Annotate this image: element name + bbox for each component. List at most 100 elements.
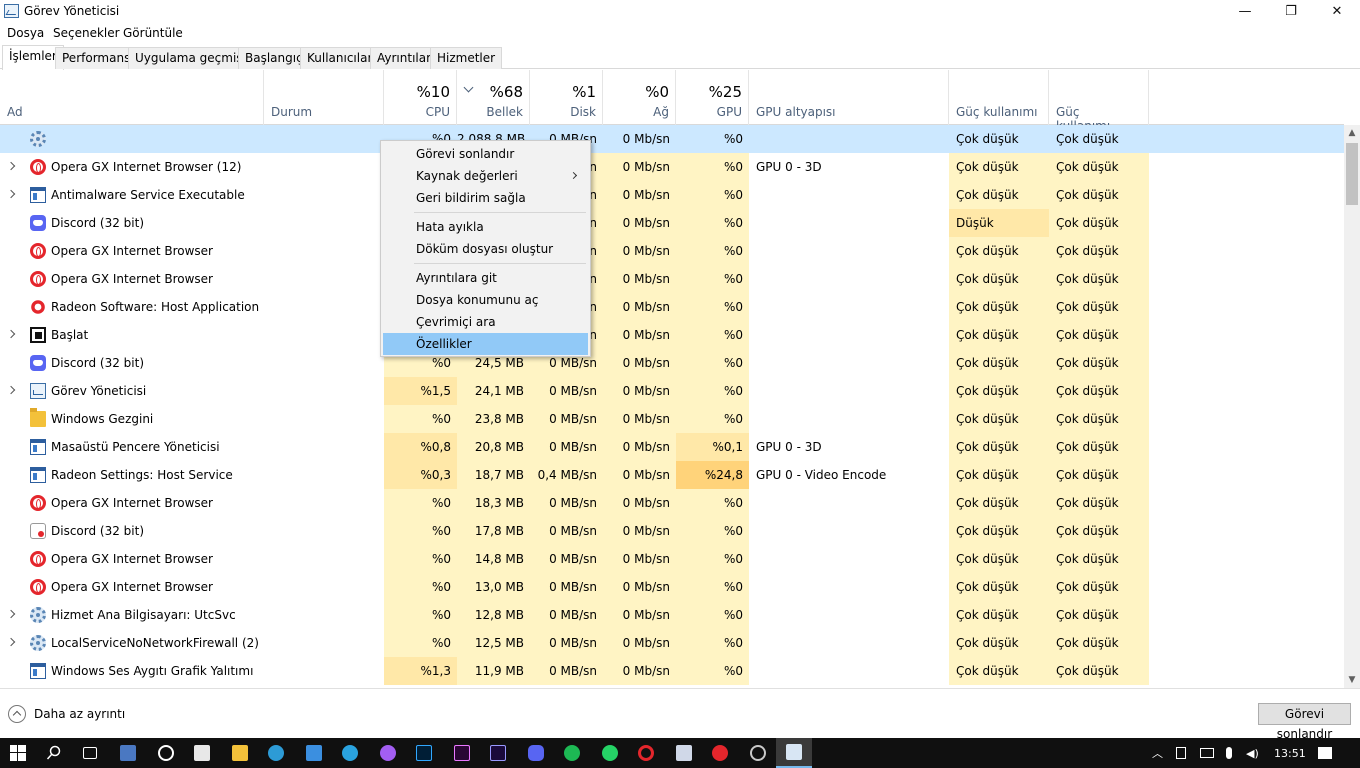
table-row[interactable]: Opera GX Internet Browser (12) n 0 Mb/sn %0… <box>0 153 1344 181</box>
expand-chevron-icon[interactable] <box>6 329 16 339</box>
file-explorer-icon[interactable] <box>222 738 258 768</box>
scroll-up-icon[interactable]: ▲ <box>1344 125 1360 141</box>
header-network[interactable]: %0 Ağ <box>603 70 676 125</box>
table-row[interactable]: Opera GX Internet Browser %0 13,0 MB 0 MB/s… <box>0 573 1344 601</box>
ctx-dump-file[interactable]: Döküm dosyası oluştur <box>383 238 588 260</box>
task-view-icon[interactable] <box>72 738 108 768</box>
header-cpu[interactable]: %10 CPU <box>384 70 457 125</box>
table-row[interactable]: Radeon Software: Host Application n 0 Mb/s… <box>0 293 1344 321</box>
opera-gx-icon[interactable] <box>628 738 664 768</box>
tab-performance[interactable]: Performans <box>55 47 138 69</box>
cell-power: Çok düşük <box>949 237 1049 265</box>
cell-disk: 0 MB/sn <box>530 573 603 601</box>
ctx-search-online[interactable]: Çevrimiçi ara <box>383 311 588 333</box>
tab-details[interactable]: Ayrıntılar <box>370 47 439 69</box>
maximize-button[interactable]: ❐ <box>1268 0 1314 23</box>
expand-chevron-icon[interactable] <box>6 385 16 395</box>
ctx-open-file-location[interactable]: Dosya konumunu aç <box>383 289 588 311</box>
search-icon[interactable] <box>36 738 72 768</box>
clock-time[interactable]: 13:51 <box>1274 738 1306 768</box>
cell-trend: Çok düşük <box>1049 517 1149 545</box>
fewer-details-link[interactable]: Daha az ayrıntı <box>34 707 125 721</box>
app-icon-1[interactable] <box>110 738 146 768</box>
edge-icon[interactable] <box>258 738 294 768</box>
table-row[interactable]: Discord (32 bit) %0 17,8 MB 0 MB/sn 0 Mb/sn%… <box>0 517 1344 545</box>
table-row[interactable]: Windows Gezgini %0 23,8 MB 0 MB/sn 0 Mb/sn %0… <box>0 405 1344 433</box>
expand-chevron-icon[interactable] <box>6 609 16 619</box>
premiere-icon[interactable] <box>444 738 480 768</box>
expand-chevron-icon[interactable] <box>6 189 16 199</box>
table-row[interactable]: Antimalware Service Executable n 0 Mb/sn %0… <box>0 181 1344 209</box>
telegram-icon[interactable] <box>332 738 368 768</box>
minimize-button[interactable]: — <box>1222 0 1268 23</box>
header-power[interactable]: Güç kullanımı <box>949 70 1049 125</box>
table-row[interactable]: Discord (32 bit) n 0 Mb/sn %0 Düşük Çok düşük <box>0 209 1344 237</box>
tab-startup[interactable]: Başlangıç <box>238 47 310 69</box>
menu-options[interactable]: Seçenekler <box>53 26 120 40</box>
notifications-icon[interactable] <box>1318 738 1332 768</box>
tab-app-history[interactable]: Uygulama geçmişi <box>128 47 253 69</box>
table-row[interactable]: Opera GX Internet Browser %0 14,8 MB 0 MB/s… <box>0 545 1344 573</box>
network-icon[interactable] <box>1200 738 1214 768</box>
windows-start-icon[interactable] <box>0 738 36 768</box>
store-icon[interactable] <box>184 738 220 768</box>
header-disk[interactable]: %1 Disk <box>530 70 603 125</box>
cell-engine <box>749 629 949 657</box>
header-gpu[interactable]: %25 GPU <box>676 70 749 125</box>
steam-icon[interactable] <box>740 738 776 768</box>
tray-app-icon[interactable] <box>1176 738 1186 768</box>
menu-file[interactable]: Dosya <box>7 26 44 40</box>
table-row[interactable]: Radeon Settings: Host Service %0,3 18,7 MB… <box>0 461 1344 489</box>
header-network-pct: %0 <box>645 83 669 101</box>
table-row[interactable]: Opera GX Internet Browser %0 18,3 MB 0 MB/s… <box>0 489 1344 517</box>
ctx-feedback[interactable]: Geri bildirim sağla <box>383 187 588 209</box>
scroll-down-icon[interactable]: ▼ <box>1344 672 1360 688</box>
table-row[interactable]: Hizmet Ana Bilgisayarı: UtcSvc %0 12,8 MB 0… <box>0 601 1344 629</box>
header-name[interactable]: Ad <box>0 70 264 125</box>
messenger-icon[interactable] <box>370 738 406 768</box>
table-row[interactable]: LocalServiceNoNetworkFirewall (2) %0 12,5 … <box>0 629 1344 657</box>
table-row[interactable]: %0 2.088,8 MB 0 MB/sn 0 Mb/sn %0 Çok düşük Çok… <box>0 125 1344 153</box>
discord-icon[interactable] <box>518 738 554 768</box>
scroll-thumb[interactable] <box>1346 143 1358 205</box>
ctx-resource-values[interactable]: Kaynak değerleri <box>383 165 588 187</box>
ctx-debug[interactable]: Hata ayıkla <box>383 216 588 238</box>
task-manager-taskbar-icon[interactable] <box>776 738 812 768</box>
menu-view[interactable]: Görüntüle <box>123 26 183 40</box>
app-icon-2[interactable] <box>666 738 702 768</box>
table-row[interactable]: Discord (32 bit) %0 24,5 MB 0 MB/sn 0 Mb/sn%… <box>0 349 1344 377</box>
tab-users[interactable]: Kullanıcılar <box>300 47 380 69</box>
header-power-trend[interactable]: Güç kullanımı... <box>1049 70 1149 133</box>
ctx-properties[interactable]: Özellikler <box>383 333 588 355</box>
photoshop-icon[interactable] <box>406 738 442 768</box>
after-effects-icon[interactable] <box>480 738 516 768</box>
table-row[interactable]: Başlat n 0 Mb/sn %0 Çok düşük Çok düşük <box>0 321 1344 349</box>
tray-chevron-icon[interactable]: ︿ <box>1152 738 1163 768</box>
media-player-icon[interactable] <box>702 738 738 768</box>
expand-chevron-icon[interactable] <box>6 161 16 171</box>
close-button[interactable]: ✕ <box>1314 0 1360 23</box>
table-row[interactable]: Windows Ses Aygıtı Grafik Yalıtımı %1,3 11… <box>0 657 1344 685</box>
spotify-icon[interactable] <box>554 738 590 768</box>
volume-icon[interactable]: ◀) <box>1246 738 1259 768</box>
collapse-up-icon[interactable] <box>8 705 26 723</box>
end-task-button[interactable]: Görevi sonlandır <box>1258 703 1351 741</box>
table-row[interactable]: Opera GX Internet Browser n 0 Mb/sn %0 Çok d… <box>0 265 1344 293</box>
header-memory[interactable]: %68 Bellek <box>457 70 530 125</box>
header-cpu-label: CPU <box>425 105 450 119</box>
cell-engine <box>749 601 949 629</box>
tab-services[interactable]: Hizmetler <box>430 47 503 69</box>
whatsapp-icon[interactable] <box>592 738 628 768</box>
ctx-go-to-details[interactable]: Ayrıntılara git <box>383 267 588 289</box>
header-gpu-engine[interactable]: GPU altyapısı <box>749 70 949 125</box>
vertical-scrollbar[interactable]: ▲ ▼ <box>1344 125 1360 688</box>
microphone-icon[interactable] <box>1226 738 1232 768</box>
expand-chevron-icon[interactable] <box>6 637 16 647</box>
table-row[interactable]: Opera GX Internet Browser n 0 Mb/sn %0 Çok d… <box>0 237 1344 265</box>
ctx-end-task[interactable]: Görevi sonlandır <box>383 143 588 165</box>
header-status[interactable]: Durum <box>264 70 384 125</box>
xbox-icon[interactable] <box>148 738 184 768</box>
mail-icon[interactable] <box>296 738 332 768</box>
table-row[interactable]: Görev Yöneticisi %1,5 24,1 MB 0 MB/sn 0 Mb/s… <box>0 377 1344 405</box>
table-row[interactable]: Masaüstü Pencere Yöneticisi %0,8 20,8 MB 0 … <box>0 433 1344 461</box>
